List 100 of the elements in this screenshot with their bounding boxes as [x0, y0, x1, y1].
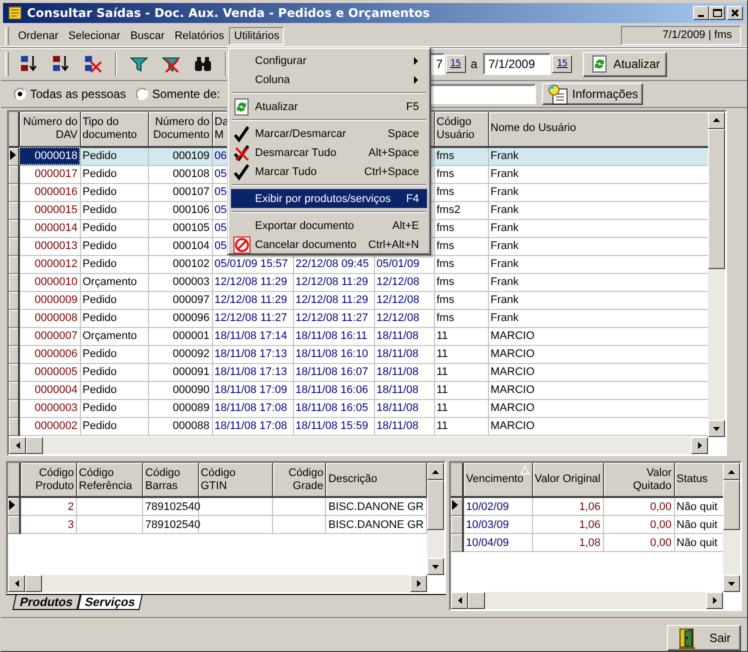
row-indicator[interactable]: [9, 417, 19, 436]
row-indicator[interactable]: [9, 381, 19, 400]
tab[interactable]: Produtos: [12, 595, 80, 610]
table-cell: fms: [434, 183, 488, 202]
column-header[interactable]: Código Grade: [272, 463, 326, 498]
column-header[interactable]: Código Produto: [20, 463, 76, 498]
scrollbar-thumb[interactable]: [468, 592, 485, 610]
row-indicator[interactable]: [9, 363, 19, 382]
exit-button[interactable]: Sair: [667, 625, 741, 652]
table-cell: 000001: [148, 327, 212, 346]
info-button[interactable]: Informações: [542, 82, 644, 105]
close-button[interactable]: [727, 6, 743, 20]
down-arrow-icon: [727, 580, 736, 588]
row-indicator[interactable]: [9, 165, 19, 184]
menu-item[interactable]: Relatórios: [170, 26, 230, 45]
scroll-down-button[interactable]: [427, 558, 444, 576]
column-header[interactable]: Número do Documento: [148, 112, 212, 147]
date-field[interactable]: 7/1/2009: [483, 53, 552, 76]
calendar-button[interactable]: 15: [446, 55, 466, 74]
horizontal-scrollbar[interactable]: [8, 575, 427, 592]
column-header[interactable]: Código Barras: [142, 463, 198, 498]
row-indicator[interactable]: [9, 399, 19, 418]
row-indicator[interactable]: [9, 201, 19, 220]
menu-item[interactable]: Coluna: [231, 70, 427, 89]
row-indicator[interactable]: [9, 255, 19, 274]
scroll-left-button[interactable]: [8, 575, 25, 592]
scroll-down-button[interactable]: [708, 420, 725, 438]
radio-button[interactable]: [14, 88, 26, 100]
column-header[interactable]: Vencimento: [463, 463, 532, 498]
table-cell: 3: [20, 516, 76, 534]
scrollbar-thumb[interactable]: [25, 575, 42, 592]
menu-item[interactable]: Selecionar: [63, 26, 126, 45]
row-indicator[interactable]: [451, 516, 463, 534]
menu-item[interactable]: Buscar: [125, 26, 170, 45]
left-arrow-icon: [14, 441, 22, 450]
scroll-left-button[interactable]: [451, 592, 468, 610]
column-header[interactable]: Código GTIN: [198, 463, 273, 498]
scroll-down-button[interactable]: [723, 575, 740, 592]
table-cell: 11: [434, 399, 488, 418]
scrollbar-thumb[interactable]: [427, 480, 444, 530]
scroll-left-button[interactable]: [9, 437, 26, 454]
radio-button[interactable]: [136, 88, 148, 100]
vertical-scrollbar[interactable]: [723, 463, 740, 592]
menu-item[interactable]: Exibir por produtos/serviços F4: [231, 189, 427, 208]
calendar-button[interactable]: 15: [552, 55, 572, 74]
maximize-button[interactable]: [709, 6, 725, 20]
scroll-up-button[interactable]: [708, 112, 725, 129]
maximize-icon: [712, 8, 722, 17]
row-indicator[interactable]: [9, 291, 19, 310]
radio-label[interactable]: Somente de:: [152, 86, 220, 101]
scroll-right-button[interactable]: [706, 592, 723, 610]
column-header[interactable]: Descrição: [326, 463, 426, 498]
row-indicator[interactable]: [451, 534, 463, 552]
column-header[interactable]: Código Usuário: [434, 112, 488, 147]
row-indicator[interactable]: [451, 497, 463, 516]
scroll-up-button[interactable]: [723, 463, 740, 480]
window-title: Consultar Saídas - Doc. Aux. Venda - Pedidos e Orçamentos: [27, 6, 430, 20]
down-arrow-icon: [712, 424, 721, 433]
vertical-scrollbar[interactable]: [427, 463, 444, 576]
row-indicator[interactable]: [9, 219, 19, 238]
vertical-scrollbar[interactable]: [708, 112, 725, 438]
scroll-up-button[interactable]: [427, 463, 444, 480]
refresh-button[interactable]: Atualizar: [583, 52, 667, 77]
tab[interactable]: Serviços: [77, 595, 142, 610]
row-indicator[interactable]: [8, 497, 20, 516]
table-cell: 0,00: [603, 534, 674, 552]
row-indicator[interactable]: [9, 327, 19, 346]
table-cell: 12/12/08 11:29: [212, 291, 293, 310]
column-header[interactable]: Valor Original: [532, 463, 603, 498]
table-cell: 000105: [148, 219, 212, 238]
row-indicator[interactable]: [9, 309, 19, 328]
column-header[interactable]: Status: [674, 463, 723, 498]
column-header[interactable]: Valor Quitado: [603, 463, 674, 498]
scrollbar-thumb[interactable]: [723, 480, 740, 530]
menu-item[interactable]: Utilitários: [229, 26, 284, 45]
scroll-right-button[interactable]: [410, 575, 427, 592]
menu-item[interactable]: Ordenar: [13, 26, 64, 45]
scroll-right-button[interactable]: [691, 437, 708, 454]
row-indicator[interactable]: [8, 516, 20, 534]
scrollbar-thumb[interactable]: [708, 128, 725, 269]
row-indicator[interactable]: [9, 237, 19, 256]
column-header[interactable]: Nome do Usuário: [488, 112, 708, 147]
table-cell: 000096: [148, 309, 212, 328]
row-indicator[interactable]: [9, 345, 19, 364]
row-indicator[interactable]: [9, 273, 19, 292]
radio-label[interactable]: Todas as pessoas: [30, 86, 126, 101]
column-header[interactable]: Código Referência: [76, 463, 143, 498]
column-header[interactable]: Número do DAV: [19, 112, 80, 147]
menu-item[interactable]: Marcar/Desmarcar Space: [231, 124, 427, 143]
minimize-button[interactable]: [693, 6, 709, 20]
column-header[interactable]: Tipo do documento: [80, 112, 148, 147]
left-arrow-icon: [456, 596, 464, 606]
menu-item[interactable]: Atualizar F5: [231, 97, 427, 116]
row-indicator[interactable]: [9, 183, 19, 202]
horizontal-scrollbar[interactable]: [9, 437, 708, 454]
table-cell: 11: [434, 345, 488, 364]
header-corner: [9, 112, 19, 147]
horizontal-scrollbar[interactable]: [451, 592, 723, 610]
menu-item[interactable]: Configurar: [231, 51, 427, 70]
scrollbar-thumb[interactable]: [26, 437, 43, 454]
